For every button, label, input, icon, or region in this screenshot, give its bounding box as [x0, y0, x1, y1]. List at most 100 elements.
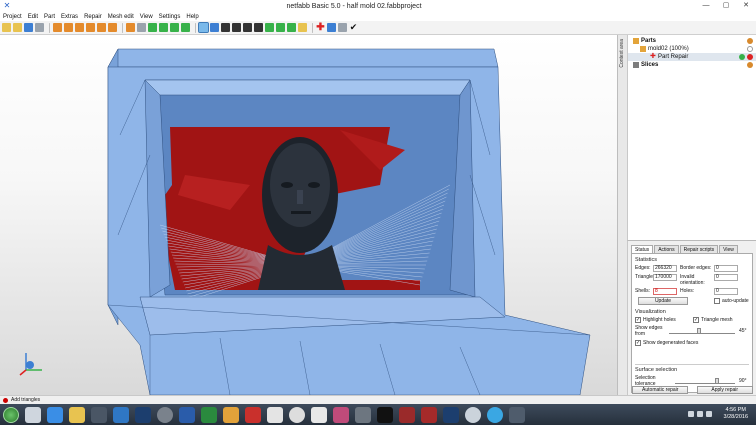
triangle-mesh-box[interactable]: ✓	[693, 317, 699, 323]
cut-icon[interactable]	[276, 23, 285, 32]
remove-triangle-icon[interactable]	[243, 23, 252, 32]
maximize-button[interactable]: ▢	[716, 0, 736, 12]
mesh-tool-icon[interactable]	[265, 23, 274, 32]
menu-repair[interactable]: Repair	[84, 14, 102, 20]
skype-icon[interactable]	[487, 406, 503, 423]
auto-update-box[interactable]	[714, 298, 720, 304]
menu-settings[interactable]: Settings	[159, 14, 181, 20]
monitor-icon[interactable]	[113, 406, 129, 423]
repair-plus-icon[interactable]: ✚	[316, 23, 325, 33]
view-cube-back-icon[interactable]	[64, 23, 73, 32]
inkscape-icon[interactable]	[267, 406, 283, 423]
home-icon[interactable]	[25, 406, 41, 423]
select-surface-icon[interactable]	[210, 23, 219, 32]
dash-icon[interactable]	[338, 23, 347, 32]
dots-app-icon[interactable]	[333, 406, 349, 423]
menu-part[interactable]: Part	[44, 14, 55, 20]
show-degenerated-box[interactable]: ✓	[635, 340, 641, 346]
excel-icon[interactable]	[201, 406, 217, 423]
apply-repair-button[interactable]: Apply repair	[696, 385, 753, 394]
netfabb-task-icon[interactable]	[509, 406, 525, 423]
disc-icon[interactable]	[157, 406, 173, 423]
minimize-button[interactable]: —	[696, 0, 716, 12]
context-area-tab[interactable]: Context area	[617, 35, 627, 395]
zoom-fit-icon[interactable]	[126, 23, 135, 32]
select-shell-icon[interactable]	[221, 23, 230, 32]
view-cube-top-icon[interactable]	[97, 23, 106, 32]
view-cube-right-icon[interactable]	[86, 23, 95, 32]
tab-status[interactable]: Status	[631, 245, 654, 253]
globe-icon[interactable]	[465, 406, 481, 423]
paint-icon[interactable]	[223, 406, 239, 423]
apply-check-icon[interactable]: ✔	[349, 23, 358, 32]
internet-explorer-icon[interactable]	[47, 406, 63, 423]
highlight-holes-box[interactable]: ✓	[635, 317, 641, 323]
zoom-in-icon[interactable]	[137, 23, 146, 32]
highlight-holes-checkbox[interactable]: ✓ Highlight holes	[635, 317, 693, 323]
show-edges-slider[interactable]	[669, 328, 735, 334]
tab-actions[interactable]: Actions	[654, 245, 679, 253]
tray-flag-icon[interactable]	[688, 411, 694, 417]
netfabb-app-icon[interactable]: ✕	[2, 1, 12, 11]
add-triangle-icon[interactable]	[232, 23, 241, 32]
update-button[interactable]: Update	[638, 297, 688, 305]
show-degenerated-checkbox[interactable]: ✓ Show degenerated faces	[635, 340, 749, 346]
view-cube-left-icon[interactable]	[75, 23, 84, 32]
tree-part-repair[interactable]: ✚ Part Repair	[628, 53, 756, 61]
menu-help[interactable]: Help	[186, 14, 198, 20]
new-project-icon[interactable]	[2, 23, 11, 32]
add-part-small-icon[interactable]	[747, 38, 753, 44]
repair-ok-icon[interactable]	[739, 54, 745, 60]
menu-mesh-edit[interactable]: Mesh edit	[108, 14, 134, 20]
tree-parts[interactable]: Parts	[628, 37, 756, 45]
repair-remove-icon[interactable]	[747, 54, 753, 60]
app-icon[interactable]	[311, 406, 327, 423]
add-part-icon[interactable]	[35, 23, 44, 32]
auto-update-checkbox[interactable]: auto-update	[714, 298, 749, 304]
terminal-icon[interactable]	[377, 406, 393, 423]
tab-repair-scripts[interactable]: Repair scripts	[679, 245, 719, 253]
cube-app-icon[interactable]	[421, 406, 437, 423]
triangle-mesh-checkbox[interactable]: ✓ Triangle mesh	[693, 317, 733, 323]
sketch-icon[interactable]	[289, 406, 305, 423]
view-cube-bottom-icon[interactable]	[108, 23, 117, 32]
show-edges-slider-thumb[interactable]	[696, 328, 701, 334]
tab-view[interactable]: View	[719, 245, 738, 253]
automatic-repair-button[interactable]: Automatic repair	[632, 385, 689, 394]
measure-icon[interactable]	[287, 23, 296, 32]
menu-edit[interactable]: Edit	[28, 14, 38, 20]
menu-project[interactable]: Project	[3, 14, 22, 20]
open-project-icon[interactable]	[13, 23, 22, 32]
highlight-icon[interactable]	[298, 23, 307, 32]
rotate-left-icon[interactable]	[148, 23, 157, 32]
save-icon[interactable]	[24, 23, 33, 32]
start-button-icon[interactable]	[3, 406, 19, 423]
scale-icon[interactable]	[181, 23, 190, 32]
taskbar-clock[interactable]: 4:56 PM 3/28/2016	[724, 407, 748, 421]
tree-slices[interactable]: Slices	[628, 61, 756, 69]
photoshop-2-icon[interactable]	[443, 406, 459, 423]
arrow-app-icon[interactable]	[399, 406, 415, 423]
add-slice-small-icon[interactable]	[747, 62, 753, 68]
file-explorer-icon[interactable]	[69, 406, 85, 423]
word-icon[interactable]	[179, 406, 195, 423]
menu-extras[interactable]: Extras	[61, 14, 78, 20]
menu-view[interactable]: View	[140, 14, 153, 20]
acrobat-icon[interactable]	[245, 406, 261, 423]
rotate-right-icon[interactable]	[159, 23, 168, 32]
eye-app-icon[interactable]	[355, 406, 371, 423]
tree-part-mold02[interactable]: mold02 (100%)	[628, 45, 756, 53]
move-icon[interactable]	[170, 23, 179, 32]
settings-gear-icon[interactable]	[327, 23, 336, 32]
media-icon[interactable]	[91, 406, 107, 423]
invert-selection-icon[interactable]	[254, 23, 263, 32]
3d-viewport[interactable]	[0, 35, 617, 395]
mold-model[interactable]	[0, 35, 617, 395]
view-cube-front-icon[interactable]	[53, 23, 62, 32]
close-button[interactable]: ✕	[736, 0, 756, 12]
tray-volume-icon[interactable]	[706, 411, 712, 417]
tray-network-icon[interactable]	[697, 411, 703, 417]
visibility-icon[interactable]	[747, 46, 753, 52]
photoshop-icon[interactable]	[135, 406, 151, 423]
select-triangles-icon[interactable]	[198, 22, 209, 33]
